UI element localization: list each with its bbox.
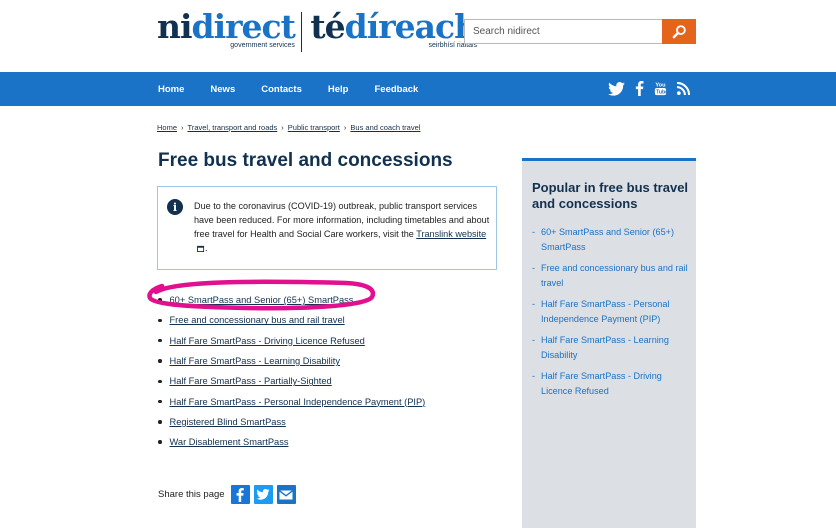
- bullet: [158, 359, 162, 363]
- breadcrumb-separator: ›: [281, 123, 284, 132]
- external-link-icon: [197, 245, 205, 253]
- logo-nidirect[interactable]: nidirect government services: [157, 7, 296, 50]
- search-form: [464, 19, 696, 44]
- sidebar-bullet: -: [532, 371, 536, 381]
- logo-nidirect-part2: direct: [191, 7, 296, 46]
- twitter-icon[interactable]: [608, 81, 625, 96]
- breadcrumb-home[interactable]: Home: [157, 123, 177, 132]
- bullet: [158, 318, 162, 323]
- nav-news[interactable]: News: [210, 84, 235, 95]
- share-facebook-button[interactable]: [230, 485, 250, 504]
- bullet: [158, 338, 162, 343]
- list-item: 60+ SmartPass and Senior (65+) SmartPass: [158, 290, 425, 310]
- email-icon: [279, 489, 293, 500]
- sidebar-link-free-concessionary-travel[interactable]: Free and concessionary bus and rail trav…: [541, 261, 692, 290]
- logo-tedireach[interactable]: tédíreach seirbhísí rialtais: [310, 7, 478, 50]
- breadcrumb-bus-coach-travel[interactable]: Bus and coach travel: [350, 123, 420, 132]
- link-half-fare-pip[interactable]: Half Fare SmartPass - Personal Independe…: [170, 397, 426, 407]
- page-title: Free bus travel and concessions: [158, 150, 453, 171]
- sidebar-item: - Half Fare SmartPass - Learning Disabili…: [532, 333, 692, 362]
- search-button[interactable]: [662, 19, 696, 44]
- breadcrumb: Home › Travel, transport and roads › Public …: [157, 123, 420, 132]
- social-links: You Tube: [608, 81, 700, 96]
- sidebar-item: -60+ SmartPass and Senior (65+) SmartPas…: [532, 225, 692, 254]
- sidebar-title: Popular in free bus travel and concessio…: [532, 180, 689, 211]
- nav-feedback[interactable]: Feedback: [374, 84, 418, 95]
- list-item: Half Fare SmartPass - Driving Licence Re…: [158, 331, 425, 351]
- facebook-icon: [236, 487, 244, 502]
- nav-home[interactable]: Home: [158, 84, 184, 95]
- sidebar-list: -60+ SmartPass and Senior (65+) SmartPas…: [532, 225, 692, 405]
- breadcrumb-public-transport[interactable]: Public transport: [288, 123, 340, 132]
- sidebar-bullet: -: [532, 335, 536, 345]
- site-logo[interactable]: nidirect government services tédíreach s…: [157, 7, 478, 52]
- search-input[interactable]: [464, 19, 662, 44]
- sidebar-link-half-fare-driving-licence[interactable]: Half Fare SmartPass - Driving Licence Re…: [541, 369, 692, 398]
- sidebar-link-half-fare-learning-disability[interactable]: Half Fare SmartPass - Learning Disabilit…: [541, 333, 692, 362]
- svg-text:Tube: Tube: [656, 90, 667, 96]
- sidebar-bullet: -: [532, 299, 536, 309]
- list-item: Half Fare SmartPass - Learning Disabilit…: [158, 351, 425, 371]
- popular-sidebar: Popular in free bus travel and concessio…: [522, 158, 696, 528]
- translink-website-link[interactable]: Translink website: [416, 229, 486, 239]
- logo-nidirect-part1: ni: [157, 7, 193, 46]
- logo-nidirect-subtitle: government services: [230, 42, 295, 49]
- youtube-icon[interactable]: You Tube: [654, 81, 667, 96]
- list-item: War Disablement SmartPass: [158, 432, 425, 452]
- share-label: Share this page: [158, 489, 225, 500]
- sidebar-bullet: -: [532, 263, 536, 273]
- sidebar-item: - Free and concessionary bus and rail tra…: [532, 261, 692, 290]
- svg-text:You: You: [655, 83, 666, 89]
- share-bar: Share this page: [158, 485, 300, 504]
- breadcrumb-separator: ›: [181, 123, 184, 132]
- list-item: Free and concessionary bus and rail trav…: [158, 310, 425, 330]
- concessions-link-list: 60+ SmartPass and Senior (65+) SmartPass…: [158, 290, 425, 452]
- share-email-button[interactable]: [276, 485, 296, 504]
- breadcrumb-separator: ›: [343, 123, 347, 132]
- link-60-plus-smartpass[interactable]: 60+ SmartPass and Senior (65+) SmartPass: [170, 295, 354, 305]
- list-item: Half Fare SmartPass - Partially-Sighted: [158, 371, 425, 391]
- main-nav: Home News Contacts Help Feedback You Tube: [0, 72, 836, 106]
- link-half-fare-learning-disability[interactable]: Half Fare SmartPass - Learning Disabilit…: [170, 356, 341, 366]
- twitter-icon: [256, 489, 270, 500]
- alert-text-after: .: [205, 243, 208, 253]
- nav-contacts[interactable]: Contacts: [261, 84, 302, 95]
- sidebar-bullet: -: [532, 227, 536, 237]
- breadcrumb-travel-transport-roads[interactable]: Travel, transport and roads: [188, 123, 278, 132]
- logo-tedireach-part1: té: [310, 7, 345, 46]
- share-twitter-button[interactable]: [253, 485, 273, 504]
- bullet: [158, 440, 162, 444]
- covid-alert: i Due to the coronavirus (COVID-19) outb…: [157, 186, 497, 270]
- site-header: nidirect government services tédíreach s…: [0, 0, 836, 72]
- list-item: Half Fare SmartPass - Personal Independe…: [158, 391, 425, 411]
- link-free-concessionary-travel[interactable]: Free and concessionary bus and rail trav…: [170, 315, 345, 325]
- sidebar-item: - Half Fare SmartPass - Personal Independ…: [532, 297, 692, 326]
- list-item: Registered Blind SmartPass: [158, 412, 425, 432]
- facebook-icon[interactable]: [635, 81, 644, 96]
- search-icon: [672, 24, 687, 39]
- logo-divider: [300, 12, 303, 52]
- nav-help[interactable]: Help: [328, 84, 349, 95]
- sidebar-item: - Half Fare SmartPass - Driving Licence R…: [532, 369, 692, 398]
- sidebar-link-half-fare-pip[interactable]: Half Fare SmartPass - Personal Independe…: [541, 297, 692, 326]
- rss-icon[interactable]: [677, 82, 690, 95]
- alert-text: Due to the coronavirus (COVID-19) outbre…: [194, 199, 494, 255]
- link-half-fare-partially-sighted[interactable]: Half Fare SmartPass - Partially-Sighted: [170, 376, 332, 386]
- bullet: [158, 420, 162, 424]
- bullet: [158, 399, 162, 404]
- logo-tedireach-part2: díreach: [344, 7, 478, 46]
- bullet: [158, 298, 162, 302]
- link-war-disablement[interactable]: War Disablement SmartPass: [170, 437, 289, 447]
- info-icon: i: [167, 199, 183, 215]
- sidebar-link-60-plus-smartpass[interactable]: 60+ SmartPass and Senior (65+) SmartPass: [541, 225, 692, 254]
- link-registered-blind[interactable]: Registered Blind SmartPass: [170, 417, 286, 427]
- bullet: [158, 379, 162, 384]
- link-half-fare-driving-licence[interactable]: Half Fare SmartPass - Driving Licence Re…: [170, 336, 365, 346]
